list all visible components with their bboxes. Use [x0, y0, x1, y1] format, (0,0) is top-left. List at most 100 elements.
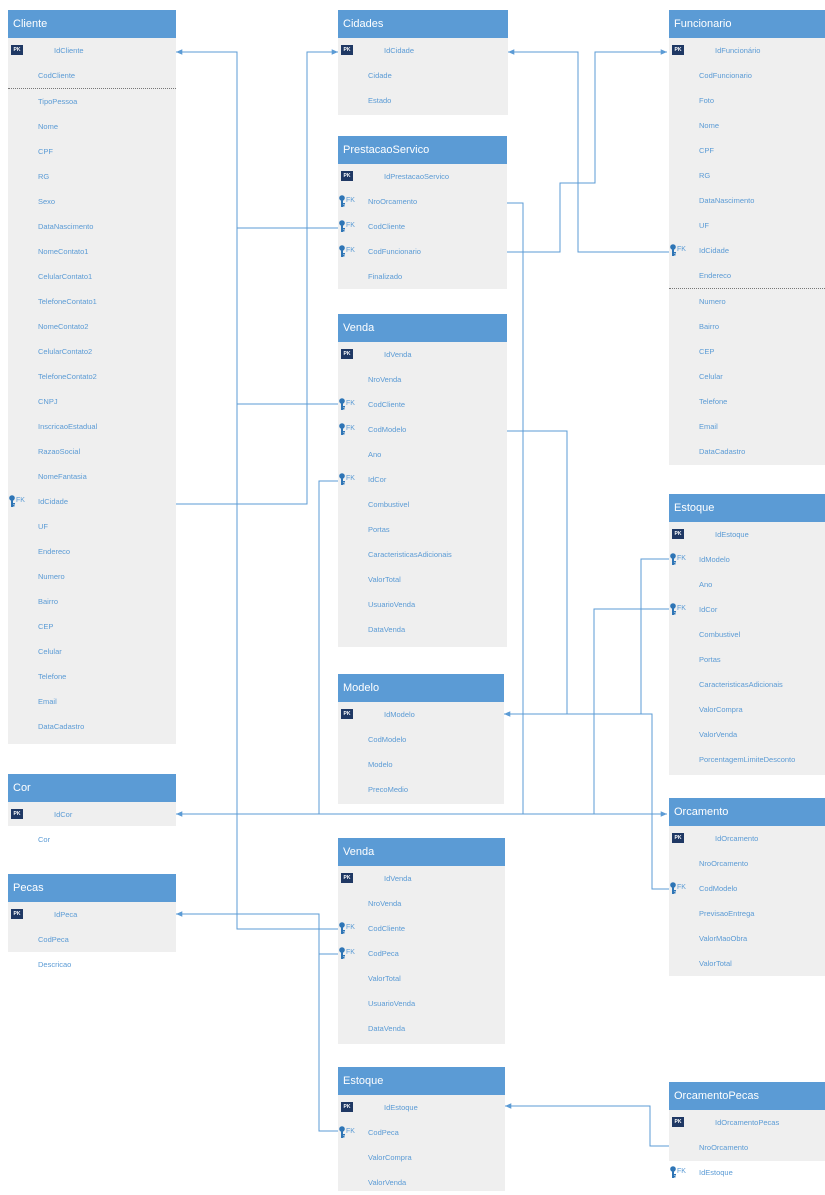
- field-row-id-estoque[interactable]: PK IdEstoque: [338, 1095, 505, 1120]
- field-row-cod-modelo[interactable]: FK CodModelo: [669, 876, 825, 901]
- field-row-valor-compra[interactable]: ValorCompra: [338, 1145, 505, 1170]
- field-row-previsao-entrega[interactable]: PrevisaoEntrega: [669, 901, 825, 926]
- field-row-nro-venda[interactable]: NroVenda: [338, 367, 507, 392]
- field-row-cod-cliente[interactable]: FK CodCliente: [338, 214, 507, 239]
- field-row-nro-orcamento[interactable]: NroOrcamento: [669, 851, 825, 876]
- entity-modelo[interactable]: Modelo PK IdModelo CodModelo Modelo PrecoMedi…: [338, 674, 504, 804]
- field-row-valor-venda[interactable]: ValorVenda: [669, 722, 825, 747]
- field-row-foto[interactable]: Foto: [669, 88, 825, 113]
- field-row-ano[interactable]: Ano: [338, 442, 507, 467]
- field-row-cpf[interactable]: CPF: [669, 138, 825, 163]
- field-row-rg[interactable]: RG: [669, 163, 825, 188]
- field-row-nro-orcamento[interactable]: NroOrcamento: [669, 1135, 825, 1160]
- field-row-valor-total[interactable]: ValorTotal: [338, 567, 507, 592]
- entity-pecas[interactable]: Pecas PK IdPeca CodPeca Descricao: [8, 874, 176, 969]
- entity-orcamento-pecas[interactable]: OrcamentoPecas PK IdOrcamentoPecas NroOrcam…: [669, 1082, 825, 1178]
- field-row-telefone[interactable]: Telefone: [669, 389, 825, 414]
- field-row-data-venda[interactable]: DataVenda: [338, 1016, 505, 1041]
- field-row-endereco[interactable]: Endereco: [669, 263, 825, 288]
- field-row-portas[interactable]: Portas: [669, 647, 825, 672]
- field-row-id-cidade[interactable]: FK IdCidade: [669, 238, 825, 263]
- field-row-celular-contato1[interactable]: CelularContato1: [8, 264, 176, 289]
- field-row-id-modelo[interactable]: FK IdModelo: [669, 547, 825, 572]
- field-row-nome[interactable]: Nome: [8, 114, 176, 139]
- field-row-id-cor[interactable]: FK IdCor: [338, 467, 507, 492]
- field-row-cod-peca[interactable]: FK CodPeca: [338, 1120, 505, 1145]
- field-row-caracteristicas-adicionais[interactable]: CaracteristicasAdicionais: [669, 672, 825, 697]
- entity-orcamento[interactable]: Orcamento PK IdOrcamento NroOrcamento FK CodM…: [669, 798, 825, 976]
- entity-estoque-veiculo[interactable]: Estoque PK IdEstoque FK IdModelo Ano FK IdCor Co…: [669, 494, 825, 775]
- entity-estoque-pecas[interactable]: Estoque PK IdEstoque FK CodPeca ValorCompra Va…: [338, 1067, 505, 1191]
- field-row-cod-peca[interactable]: CodPeca: [8, 927, 176, 952]
- field-row-id-venda[interactable]: PK IdVenda: [338, 866, 505, 891]
- field-row-portas[interactable]: Portas: [338, 517, 507, 542]
- field-row-usuario-venda[interactable]: UsuarioVenda: [338, 592, 507, 617]
- field-row-ano[interactable]: Ano: [669, 572, 825, 597]
- field-row-id-venda[interactable]: PK IdVenda: [338, 342, 507, 367]
- field-row-id-funcion-rio[interactable]: PK IdFuncionário: [669, 38, 825, 63]
- field-row-finalizado[interactable]: Finalizado: [338, 264, 507, 289]
- field-row-cod-funcionario[interactable]: FK CodFuncionario: [338, 239, 507, 264]
- field-row-nro-venda[interactable]: NroVenda: [338, 891, 505, 916]
- field-row-descricao[interactable]: Descricao: [8, 952, 176, 977]
- field-row-razao-social[interactable]: RazaoSocial: [8, 439, 176, 464]
- entity-prestacao-servico[interactable]: PrestacaoServico PK IdPrestacaoServico FK Nr…: [338, 136, 507, 289]
- field-row-cod-peca[interactable]: FK CodPeca: [338, 941, 505, 966]
- field-row-valor-total[interactable]: ValorTotal: [338, 966, 505, 991]
- field-row-cidade[interactable]: Cidade: [338, 63, 508, 88]
- field-row-valor-mao-obra[interactable]: ValorMaoObra: [669, 926, 825, 951]
- field-row-id-estoque[interactable]: FK IdEstoque: [669, 1160, 825, 1185]
- entity-cor[interactable]: Cor PK IdCor Cor: [8, 774, 176, 844]
- field-row-id-cidade[interactable]: FK IdCidade: [8, 489, 176, 514]
- field-row-uf[interactable]: UF: [669, 213, 825, 238]
- field-row-endereco[interactable]: Endereco: [8, 539, 176, 564]
- field-row-tipo-pessoa[interactable]: TipoPessoa: [8, 89, 176, 114]
- field-row-numero[interactable]: Numero: [669, 289, 825, 314]
- field-row-id-estoque[interactable]: PK IdEstoque: [669, 522, 825, 547]
- field-row-data-nascimento[interactable]: DataNascimento: [8, 214, 176, 239]
- field-row-telefone-contato2[interactable]: TelefoneContato2: [8, 364, 176, 389]
- field-row-usuario-venda[interactable]: UsuarioVenda: [338, 991, 505, 1016]
- field-row-celular[interactable]: Celular: [8, 639, 176, 664]
- field-row-caracteristicas-adicionais[interactable]: CaracteristicasAdicionais: [338, 542, 507, 567]
- field-row-nome-contato2[interactable]: NomeContato2: [8, 314, 176, 339]
- field-row-cod-cliente[interactable]: CodCliente: [8, 63, 176, 88]
- entity-funcionario[interactable]: Funcionario PK IdFuncionário CodFuncionario…: [669, 10, 825, 465]
- field-row-cod-cliente[interactable]: FK CodCliente: [338, 916, 505, 941]
- field-row-cpf[interactable]: CPF: [8, 139, 176, 164]
- field-row-sexo[interactable]: Sexo: [8, 189, 176, 214]
- field-row-id-modelo[interactable]: PK IdModelo: [338, 702, 504, 727]
- field-row-numero[interactable]: Numero: [8, 564, 176, 589]
- entity-venda-veiculo[interactable]: Venda PK IdVenda NroVenda FK CodCliente FK CodM…: [338, 314, 507, 647]
- field-row-cep[interactable]: CEP: [8, 614, 176, 639]
- field-row-combustivel[interactable]: Combustivel: [669, 622, 825, 647]
- field-row-id-prestacao-servico[interactable]: PK IdPrestacaoServico: [338, 164, 507, 189]
- field-row-id-orcamento-pecas[interactable]: PK IdOrcamentoPecas: [669, 1110, 825, 1135]
- field-row-data-cadastro[interactable]: DataCadastro: [8, 714, 176, 739]
- field-row-telefone-contato1[interactable]: TelefoneContato1: [8, 289, 176, 314]
- field-row-nome[interactable]: Nome: [669, 113, 825, 138]
- field-row-bairro[interactable]: Bairro: [8, 589, 176, 614]
- field-row-id-cor[interactable]: FK IdCor: [669, 597, 825, 622]
- entity-cidades[interactable]: Cidades PK IdCidade Cidade Estado: [338, 10, 508, 115]
- field-row-cor[interactable]: Cor: [8, 827, 176, 852]
- field-row-cnpj[interactable]: CNPJ: [8, 389, 176, 414]
- field-row-id-orcamento[interactable]: PK IdOrcamento: [669, 826, 825, 851]
- field-row-cod-modelo[interactable]: CodModelo: [338, 727, 504, 752]
- field-row-estado[interactable]: Estado: [338, 88, 508, 113]
- field-row-valor-compra[interactable]: ValorCompra: [669, 697, 825, 722]
- field-row-data-cadastro[interactable]: DataCadastro: [669, 439, 825, 464]
- field-row-cod-cliente[interactable]: FK CodCliente: [338, 392, 507, 417]
- field-row-celular-contato2[interactable]: CelularContato2: [8, 339, 176, 364]
- field-row-rg[interactable]: RG: [8, 164, 176, 189]
- field-row-inscricao-estadual[interactable]: InscricaoEstadual: [8, 414, 176, 439]
- field-row-nome-contato1[interactable]: NomeContato1: [8, 239, 176, 264]
- entity-venda-pecas[interactable]: Venda PK IdVenda NroVenda FK CodCliente FK CodP…: [338, 838, 505, 1044]
- field-row-modelo[interactable]: Modelo: [338, 752, 504, 777]
- field-row-telefone[interactable]: Telefone: [8, 664, 176, 689]
- field-row-valor-total[interactable]: ValorTotal: [669, 951, 825, 976]
- field-row-celular[interactable]: Celular: [669, 364, 825, 389]
- field-row-id-cidade[interactable]: PK IdCidade: [338, 38, 508, 63]
- field-row-preco-medio[interactable]: PrecoMedio: [338, 777, 504, 802]
- field-row-nome-fantasia[interactable]: NomeFantasia: [8, 464, 176, 489]
